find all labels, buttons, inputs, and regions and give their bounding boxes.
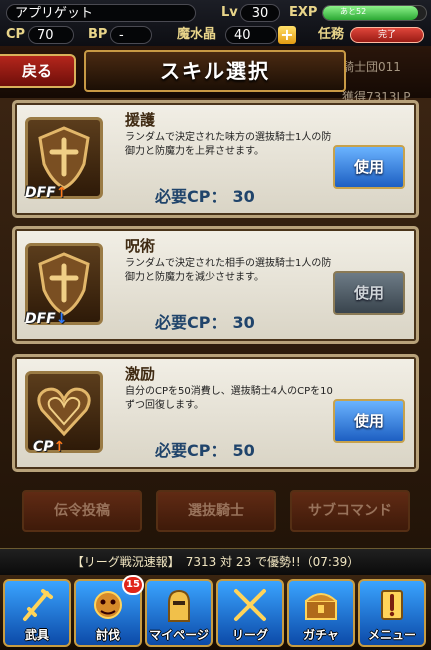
skill-name: 援護 (125, 111, 156, 129)
nav-label: リーグ (231, 628, 268, 642)
select-knights-button[interactable]: 選抜騎士 (156, 490, 276, 532)
page-title: スキル選択 (84, 50, 346, 92)
exclamation-icon (381, 590, 403, 620)
nav-mypage[interactable]: マイページ (145, 579, 213, 647)
mission-label: 任務 (318, 27, 345, 42)
skill-list-area: 獲得7313LP DFF↑ 援護 ランダムで決定された味方の選抜騎士1人の防御力… (0, 90, 431, 548)
treasure-chest-icon (305, 593, 337, 620)
mission-complete-button[interactable]: 完了 (350, 27, 424, 43)
exp-label: EXP (289, 5, 318, 20)
nav-label: マイページ (149, 628, 209, 642)
nav-label: ガチャ (303, 628, 339, 642)
status-bar: アプリゲット Lv 30 EXP あと52 CP 70 BP - 魔水晶 40 … (0, 0, 431, 47)
skill-name: 呪術 (125, 237, 156, 255)
bg-team-label: 騎士団011 (342, 60, 401, 74)
skill-description: 自分のCPを50消費し、選抜騎士4人のCPを10ずつ回復します。 (125, 386, 333, 411)
nav-league[interactable]: リーグ (216, 579, 284, 647)
back-button[interactable]: 戻る (0, 54, 76, 88)
nav-menu[interactable]: メニュー (358, 579, 426, 647)
skill-cost: 必要CP： 30 (155, 187, 255, 206)
skill-card: CP↑ 激励 自分のCPを50消費し、選抜騎士4人のCPを10ずつ回復します。 … (12, 354, 419, 472)
knight-icon (168, 589, 190, 622)
skill-name: 激励 (125, 365, 156, 383)
dff-up-indicator: DFF↑ (25, 185, 68, 201)
use-button[interactable]: 使用 (333, 145, 405, 189)
plus-icon[interactable]: + (278, 26, 296, 44)
skill-description: ランダムで決定された相手の選抜騎士1人の防御力と防魔力を減少させます。 (125, 258, 332, 283)
league-news-ticker: 【リーグ戦況速報】 7313 対 23 で優勢!!（07:39） (0, 548, 431, 576)
skill-card: DFF↓ 呪術 ランダムで決定された相手の選抜騎士1人の防御力と防魔力を減少させ… (12, 226, 419, 344)
skill-cost: 必要CP： 50 (155, 441, 255, 460)
cp-up-indicator: CP↑ (33, 439, 66, 455)
skill-description: ランダムで決定された味方の選抜騎士1人の防御力と防魔力を上昇させます。 (125, 132, 332, 157)
exp-bar (322, 5, 427, 21)
nav-label: メニュー (367, 628, 416, 642)
bp-value: - (110, 26, 152, 44)
notification-badge: 15 (122, 575, 144, 595)
nav-weapons[interactable]: 武具 (3, 579, 71, 647)
exp-remaining: あと52 (340, 7, 367, 16)
skill-card: DFF↑ 援護 ランダムで決定された味方の選抜騎士1人の防御力と防魔力を上昇させ… (12, 100, 419, 218)
monster-icon (94, 591, 122, 619)
nav-gacha[interactable]: ガチャ (287, 579, 355, 647)
nav-label: 討伐 (95, 628, 120, 642)
crossed-swords-icon (234, 589, 266, 621)
crystal-value: 40 (225, 26, 277, 44)
dff-down-indicator: DFF↓ (25, 311, 68, 327)
skill-cost: 必要CP： 30 (155, 313, 255, 332)
use-button[interactable]: 使用 (333, 399, 405, 443)
post-message-button[interactable]: 伝令投稿 (22, 490, 142, 532)
nav-subjugation[interactable]: 15 討伐 (74, 575, 144, 647)
lv-label: Lv (221, 5, 238, 20)
bp-label: BP (88, 27, 108, 42)
app-name: アプリゲット (6, 4, 196, 22)
lv-value: 30 (240, 4, 280, 22)
nav-label: 武具 (24, 628, 49, 642)
sub-command-button[interactable]: サブコマンド (290, 490, 410, 532)
exp-fill (323, 6, 418, 20)
crystal-label: 魔水晶 (177, 27, 217, 42)
cp-label: CP (6, 27, 26, 42)
use-button[interactable]: 使用 (333, 271, 405, 315)
cp-value: 70 (28, 26, 74, 44)
bottom-nav: 武具 15 討伐 マイページ リーグ ガチャ メニュー (0, 575, 431, 650)
weapon-icon (23, 589, 53, 621)
